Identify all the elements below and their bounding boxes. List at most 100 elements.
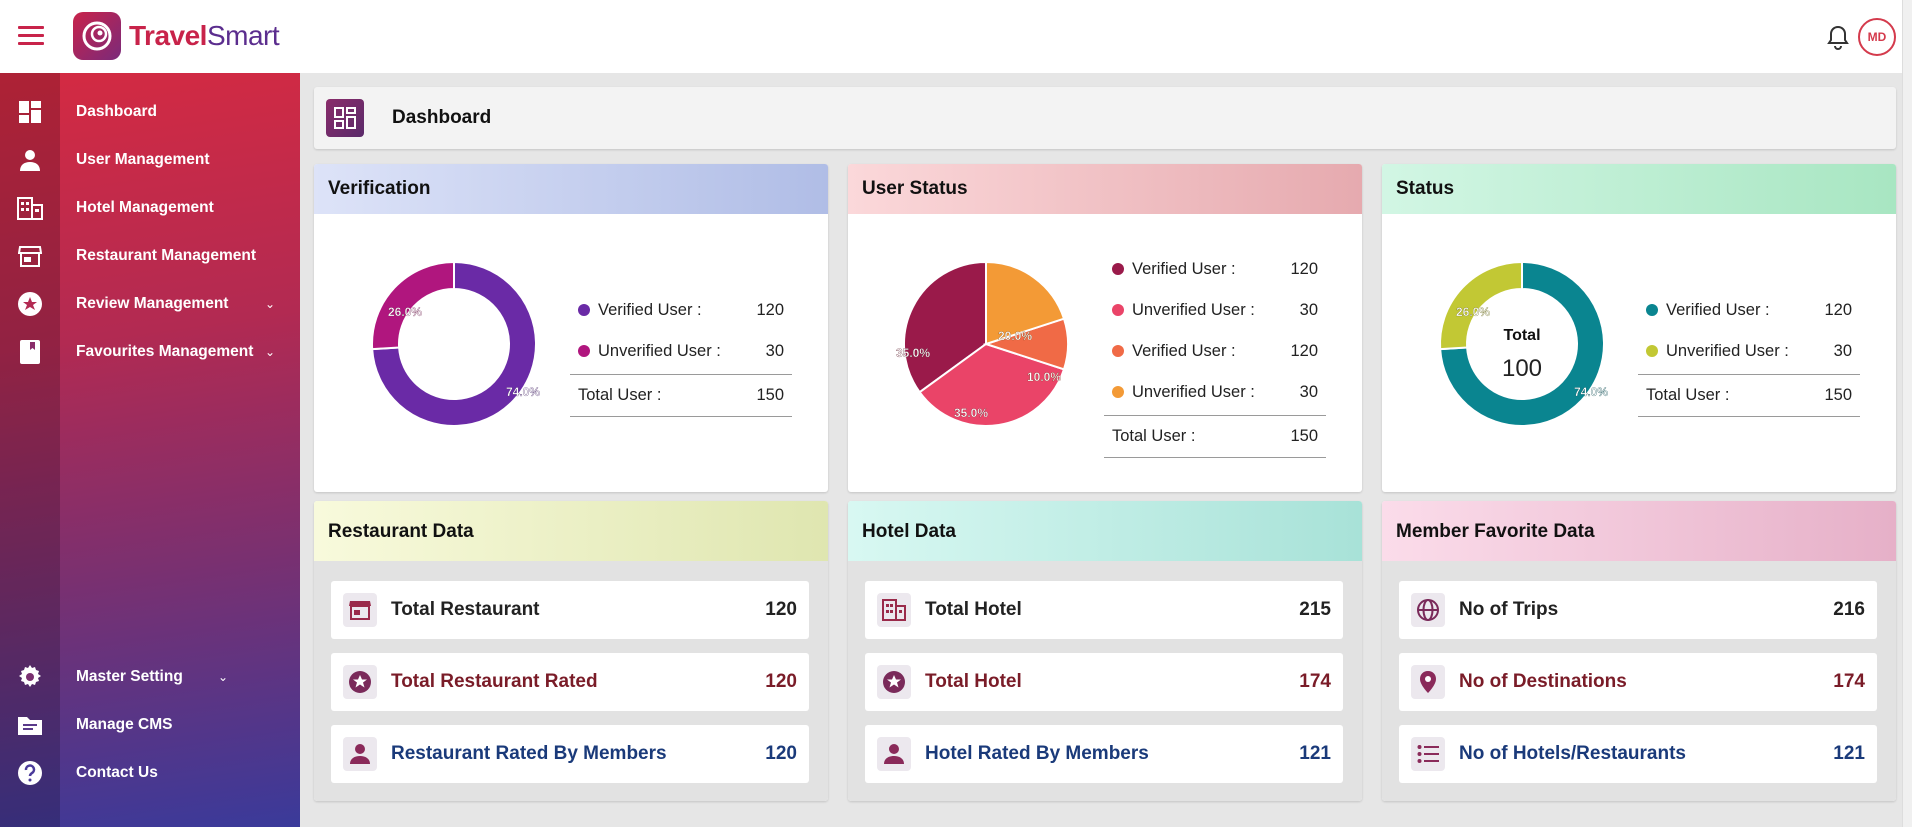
sidebar-item-contact-us[interactable]: Contact Us bbox=[0, 753, 300, 793]
star-circle-icon bbox=[16, 290, 44, 318]
main-content: Dashboard Verification 74.0% 26.0% Verif… bbox=[300, 73, 1902, 827]
store-icon bbox=[16, 242, 44, 270]
stat-label: Restaurant Rated By Members bbox=[391, 743, 667, 764]
stat-row-no-of-destinations[interactable]: No of Destinations 174 bbox=[1399, 653, 1877, 711]
legend-value: 120 bbox=[1290, 260, 1318, 278]
stat-row-no-of-hotels-restaurants[interactable]: No of Hotels/Restaurants 121 bbox=[1399, 725, 1877, 783]
stat-value: 174 bbox=[1833, 671, 1865, 692]
legend-row: Verified User : 120 bbox=[1104, 333, 1326, 374]
page-title: Dashboard bbox=[392, 107, 492, 128]
legend-total-row: Total User : 150 bbox=[570, 374, 792, 417]
sidebar: Dashboard User Management Hotel Manageme… bbox=[0, 73, 300, 827]
legend-dot bbox=[1112, 304, 1124, 316]
scrollbar[interactable] bbox=[1902, 0, 1912, 827]
stat-row-no-of-trips[interactable]: No of Trips 216 bbox=[1399, 581, 1877, 639]
stat-row-restaurant-rated-by-members[interactable]: Restaurant Rated By Members 120 bbox=[331, 725, 809, 783]
stat-row-total-hotel[interactable]: Total Hotel 215 bbox=[865, 581, 1343, 639]
sidebar-item-label: Master Setting bbox=[76, 668, 183, 685]
star-circle-icon bbox=[343, 665, 377, 699]
hotel-data-body: Total Hotel 215 Total Hotel 174 Hotel Ra… bbox=[848, 561, 1362, 801]
legend-dot bbox=[1646, 304, 1658, 316]
sidebar-item-label: Restaurant Management bbox=[76, 247, 257, 264]
dashboard-icon bbox=[16, 98, 44, 126]
legend-row: Unverified User : 30 bbox=[1104, 292, 1326, 333]
store-icon bbox=[343, 593, 377, 627]
pct-label: 35.0% bbox=[896, 346, 930, 360]
verification-donut-chart: 74.0% 26.0% bbox=[371, 260, 541, 427]
sidebar-item-label: Contact Us bbox=[76, 764, 158, 781]
stat-value: 120 bbox=[765, 743, 797, 764]
stat-value: 216 bbox=[1833, 599, 1865, 620]
status-legend: Verified User : 120 Unverified User : 30 T… bbox=[1638, 292, 1860, 417]
user-status-card-title: User Status bbox=[848, 164, 1362, 214]
logo[interactable]: TravelSmart bbox=[73, 12, 280, 60]
stat-label: Hotel Rated By Members bbox=[925, 743, 1149, 764]
list-icon bbox=[1411, 737, 1445, 771]
legend-dot bbox=[578, 304, 590, 316]
sidebar-item-favourites-management[interactable]: Favourites Management ⌄ bbox=[0, 332, 300, 372]
legend-dot bbox=[1112, 263, 1124, 275]
pct-label: 74.0% bbox=[1574, 385, 1608, 399]
legend-total-label: Total User : bbox=[1112, 427, 1196, 445]
location-pin-icon bbox=[1411, 665, 1445, 699]
stat-label: No of Trips bbox=[1459, 599, 1559, 620]
donut-center-label: Total bbox=[1503, 327, 1540, 344]
sidebar-item-master-setting[interactable]: Master Setting ⌄ bbox=[0, 657, 300, 697]
star-circle-icon bbox=[877, 665, 911, 699]
stat-value: 121 bbox=[1299, 743, 1331, 764]
legend-label: Verified User : bbox=[598, 301, 702, 319]
pct-label: 10.0% bbox=[1027, 370, 1061, 384]
stat-value: 120 bbox=[765, 599, 797, 620]
legend-label: Unverified User : bbox=[1132, 383, 1255, 401]
legend-label: Unverified User : bbox=[598, 342, 721, 360]
legend-row: Unverified User : 30 bbox=[1104, 374, 1326, 415]
donut-center-value: 100 bbox=[1502, 355, 1542, 382]
sidebar-item-manage-cms[interactable]: Manage CMS bbox=[0, 705, 300, 745]
sidebar-item-review-management[interactable]: Review Management ⌄ bbox=[0, 284, 300, 324]
legend-row: Verified User : 120 bbox=[1104, 251, 1326, 292]
notification-bell-icon[interactable] bbox=[1826, 24, 1850, 50]
sidebar-item-label: Favourites Management bbox=[76, 343, 254, 360]
chevron-down-icon[interactable]: ⌄ bbox=[218, 670, 228, 684]
status-donut-chart: Total 100 74.0% 26.0% bbox=[1439, 260, 1609, 427]
legend-value: 30 bbox=[765, 342, 784, 360]
stat-value: 121 bbox=[1833, 743, 1865, 764]
legend-value: 30 bbox=[1299, 301, 1318, 319]
hotel-data-card: Hotel Data Total Hotel 215 Total Hotel 1… bbox=[848, 501, 1362, 801]
legend-total-row: Total User : 150 bbox=[1104, 415, 1326, 458]
legend-row: Verified User : 120 bbox=[570, 292, 792, 333]
stat-label: No of Destinations bbox=[1459, 671, 1627, 692]
legend-label: Unverified User : bbox=[1132, 301, 1255, 319]
sidebar-item-user-management[interactable]: User Management bbox=[0, 140, 300, 180]
member-favorite-card-title: Member Favorite Data bbox=[1382, 501, 1896, 561]
hotel-data-card-title: Hotel Data bbox=[848, 501, 1362, 561]
stat-label: No of Hotels/Restaurants bbox=[1459, 743, 1686, 764]
hamburger-menu-icon[interactable] bbox=[18, 26, 44, 46]
stat-row-total-hotel-rated[interactable]: Total Hotel 174 bbox=[865, 653, 1343, 711]
chevron-down-icon[interactable]: ⌄ bbox=[265, 297, 275, 311]
status-card-title: Status bbox=[1382, 164, 1896, 214]
building-icon bbox=[877, 593, 911, 627]
legend-dot bbox=[1646, 345, 1658, 357]
chevron-down-icon[interactable]: ⌄ bbox=[265, 345, 275, 359]
building-icon bbox=[16, 194, 44, 222]
sidebar-item-dashboard[interactable]: Dashboard bbox=[0, 92, 300, 132]
legend-value: 120 bbox=[1290, 342, 1318, 360]
member-favorite-body: No of Trips 216 No of Destinations 174 N… bbox=[1382, 561, 1896, 801]
sidebar-item-hotel-management[interactable]: Hotel Management bbox=[0, 188, 300, 228]
stat-row-hotel-rated-by-members[interactable]: Hotel Rated By Members 121 bbox=[865, 725, 1343, 783]
sidebar-item-label: Review Management bbox=[76, 295, 229, 312]
legend-total-value: 150 bbox=[1824, 386, 1852, 404]
sidebar-item-restaurant-management[interactable]: Restaurant Management bbox=[0, 236, 300, 276]
legend-total-value: 150 bbox=[756, 386, 784, 404]
logo-text-part2: Smart bbox=[206, 20, 280, 51]
globe-icon bbox=[1411, 593, 1445, 627]
person-icon bbox=[343, 737, 377, 771]
user-avatar[interactable]: MD bbox=[1858, 18, 1896, 56]
stat-row-total-restaurant[interactable]: Total Restaurant 120 bbox=[331, 581, 809, 639]
stat-row-total-restaurant-rated[interactable]: Total Restaurant Rated 120 bbox=[331, 653, 809, 711]
legend-label: Verified User : bbox=[1132, 342, 1236, 360]
member-favorite-data-card: Member Favorite Data No of Trips 216 No … bbox=[1382, 501, 1896, 801]
help-icon bbox=[16, 759, 44, 787]
legend-value: 30 bbox=[1299, 383, 1318, 401]
